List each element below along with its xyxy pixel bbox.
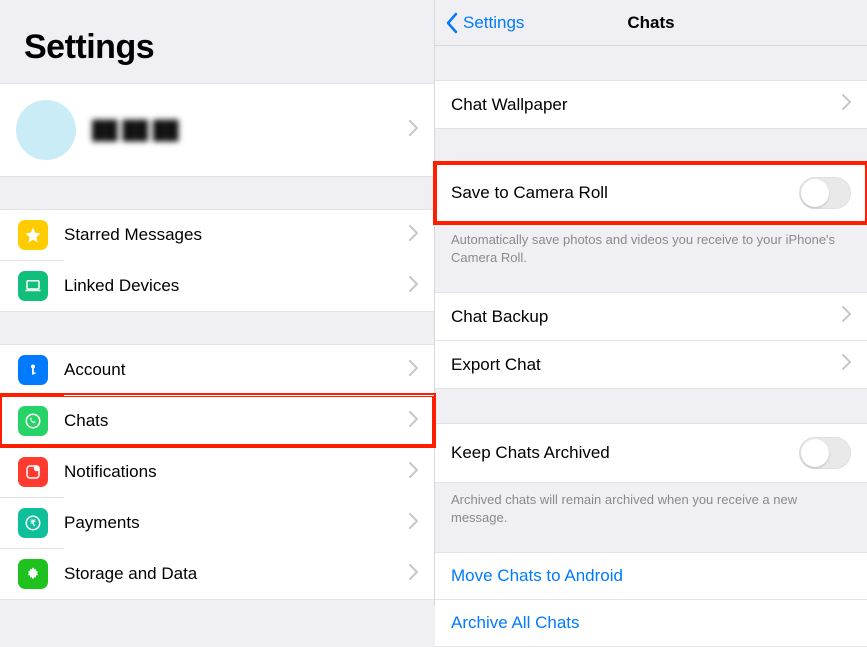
row-label: Archive All Chats: [451, 613, 580, 633]
sidebar-item-storage[interactable]: Storage and Data: [0, 548, 434, 600]
notification-icon: [18, 457, 48, 487]
sidebar-item-linked-devices[interactable]: Linked Devices: [0, 260, 434, 312]
star-icon: [18, 220, 48, 250]
chats-pane: Settings Chats Chat Wallpaper Save to Ca…: [435, 0, 867, 606]
chevron-right-icon: [409, 360, 418, 381]
page-title: Settings: [24, 28, 410, 67]
row-move-to-android[interactable]: Move Chats to Android: [435, 552, 867, 599]
row-label: Keep Chats Archived: [451, 443, 610, 463]
sidebar-item-account[interactable]: Account: [0, 344, 434, 395]
sidebar-item-chats[interactable]: Chats: [0, 395, 434, 446]
nav-bar: Settings Chats: [435, 0, 867, 46]
row-export-chat[interactable]: Export Chat: [435, 340, 867, 389]
sidebar-item-label: Storage and Data: [64, 564, 197, 584]
rupee-icon: ₹: [18, 508, 48, 538]
toggle-switch[interactable]: [799, 437, 851, 469]
sidebar-item-payments[interactable]: ₹ Payments: [0, 497, 434, 548]
sidebar-item-label: Notifications: [64, 462, 157, 482]
row-chat-backup[interactable]: Chat Backup: [435, 292, 867, 340]
profile-row[interactable]: ██ ██ ██: [0, 83, 434, 177]
settings-pane: Settings ██ ██ ██ Starred Messages Linke…: [0, 0, 435, 606]
toggle-switch[interactable]: [799, 177, 851, 209]
chevron-right-icon: [842, 94, 851, 115]
row-label: Move Chats to Android: [451, 566, 623, 586]
row-archive-all[interactable]: Archive All Chats: [435, 599, 867, 647]
avatar: [16, 100, 76, 160]
settings-group-2: Account Chats Notifications: [0, 344, 434, 600]
settings-header: Settings: [0, 0, 434, 83]
chevron-right-icon: [409, 411, 418, 432]
back-button[interactable]: Settings: [445, 12, 524, 34]
row-save-camera-roll[interactable]: Save to Camera Roll: [435, 163, 867, 223]
chevron-right-icon: [409, 276, 418, 297]
laptop-icon: [18, 271, 48, 301]
sidebar-item-label: Linked Devices: [64, 276, 179, 296]
chevron-right-icon: [409, 513, 418, 534]
row-label: Chat Backup: [451, 307, 548, 327]
chevron-right-icon: [842, 306, 851, 327]
svg-text:₹: ₹: [30, 519, 35, 528]
chevron-left-icon: [445, 12, 459, 34]
chevron-right-icon: [409, 462, 418, 483]
camera-roll-note: Automatically save photos and videos you…: [435, 223, 867, 266]
storage-icon: [18, 559, 48, 589]
profile-name: ██ ██ ██: [92, 120, 179, 141]
chats-group-archive: Keep Chats Archived: [435, 423, 867, 483]
chats-group-backup: Chat Backup Export Chat: [435, 292, 867, 389]
row-label: Chat Wallpaper: [451, 95, 568, 115]
sidebar-item-label: Account: [64, 360, 125, 380]
sidebar-item-notifications[interactable]: Notifications: [0, 446, 434, 497]
back-label: Settings: [463, 13, 524, 33]
sidebar-item-label: Chats: [64, 411, 108, 431]
row-label: Export Chat: [451, 355, 541, 375]
sidebar-item-label: Starred Messages: [64, 225, 202, 245]
settings-group-1: Starred Messages Linked Devices: [0, 209, 434, 312]
chevron-right-icon: [409, 225, 418, 246]
chevron-right-icon: [409, 564, 418, 585]
sidebar-item-starred[interactable]: Starred Messages: [0, 209, 434, 260]
row-keep-archived[interactable]: Keep Chats Archived: [435, 423, 867, 483]
chats-group-actions: Move Chats to Android Archive All Chats: [435, 552, 867, 647]
chevron-right-icon: [842, 354, 851, 375]
row-chat-wallpaper[interactable]: Chat Wallpaper: [435, 80, 867, 129]
chats-group-camera-roll: Save to Camera Roll: [435, 163, 867, 223]
keep-archived-note: Archived chats will remain archived when…: [435, 483, 867, 526]
key-icon: [18, 355, 48, 385]
sidebar-item-label: Payments: [64, 513, 140, 533]
row-label: Save to Camera Roll: [451, 183, 608, 203]
whatsapp-icon: [18, 406, 48, 436]
chats-group-wallpaper: Chat Wallpaper: [435, 80, 867, 129]
chevron-right-icon: [409, 120, 418, 141]
